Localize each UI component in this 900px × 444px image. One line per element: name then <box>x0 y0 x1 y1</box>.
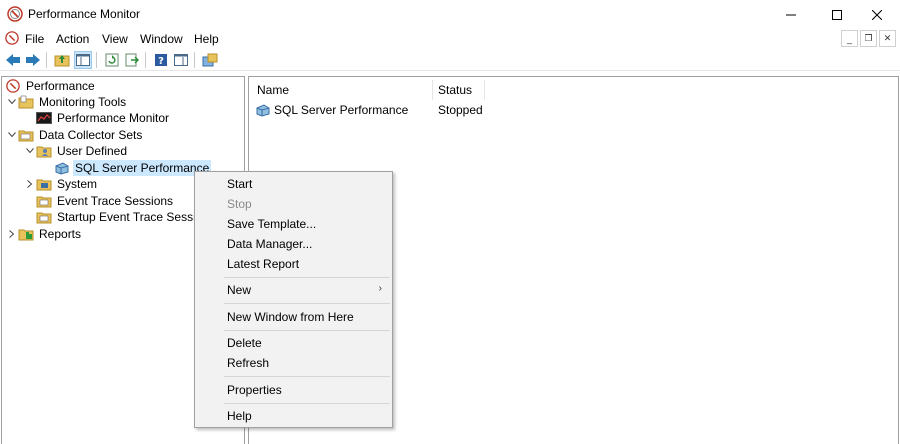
tree-node-performance-monitor[interactable]: Performance Monitor <box>24 110 171 126</box>
user-folder-icon <box>36 143 52 159</box>
menu-item-stop: Stop <box>227 197 252 211</box>
help-icon[interactable]: ? <box>152 51 170 69</box>
menu-item-data-manager[interactable]: Data Manager... <box>227 237 312 251</box>
tree-node-data-collector-sets[interactable]: Data Collector Sets <box>6 127 144 143</box>
tree-node-performance[interactable]: Performance <box>2 78 97 94</box>
folder-icon <box>36 209 52 225</box>
up-one-level-icon[interactable] <box>53 51 71 69</box>
mdi-minimize-button[interactable]: _ <box>841 30 858 47</box>
tree-node-sql-server-performance[interactable]: SQL Server Performance <box>42 160 212 176</box>
menu-item-delete[interactable]: Delete <box>227 336 262 350</box>
reports-folder-icon <box>18 226 34 242</box>
title-bar: Performance Monitor <box>0 0 900 29</box>
tree-label: Performance Monitor <box>57 111 170 125</box>
mdi-restore-button[interactable]: ❐ <box>860 30 877 47</box>
chevron-down-icon[interactable] <box>6 94 18 110</box>
tree-label: System <box>57 177 98 191</box>
back-button[interactable] <box>4 51 22 69</box>
folder-icon <box>18 127 34 143</box>
folder-icon <box>18 94 34 110</box>
data-collector-set-icon <box>54 160 70 176</box>
menu-item-properties[interactable]: Properties <box>227 383 282 397</box>
menu-help[interactable]: Help <box>194 32 219 46</box>
export-list-icon[interactable] <box>123 51 141 69</box>
menu-file[interactable]: File <box>25 32 44 46</box>
tree-label: Startup Event Trace Sessions <box>57 210 216 224</box>
submenu-arrow-icon: › <box>378 283 382 294</box>
menu-item-new-window-from-here[interactable]: New Window from Here <box>227 310 354 324</box>
performance-monitor-chart-icon <box>36 110 52 126</box>
refresh-icon[interactable] <box>103 51 121 69</box>
tree-node-reports[interactable]: Reports <box>6 226 83 242</box>
menu-item-start[interactable]: Start <box>227 177 252 191</box>
menu-action[interactable]: Action <box>56 32 89 46</box>
column-header-status[interactable]: Status <box>438 81 472 99</box>
window-title: Performance Monitor <box>28 7 141 21</box>
menu-item-latest-report[interactable]: Latest Report <box>227 257 299 271</box>
forward-button[interactable] <box>24 51 42 69</box>
menu-item-save-template[interactable]: Save Template... <box>227 217 316 231</box>
tree-label: Data Collector Sets <box>39 128 143 142</box>
tree-node-event-trace-sessions[interactable]: Event Trace Sessions <box>24 193 175 209</box>
minimize-button[interactable] <box>768 0 814 29</box>
tree-node-startup-event-trace-sessions[interactable]: Startup Event Trace Sessions <box>24 209 217 225</box>
menu-item-refresh[interactable]: Refresh <box>227 356 269 370</box>
menu-separator <box>224 277 390 278</box>
tree-node-monitoring-tools[interactable]: Monitoring Tools <box>6 94 128 110</box>
show-hide-console-tree-icon[interactable] <box>74 51 92 69</box>
tree-label: SQL Server Performance <box>73 160 212 176</box>
context-menu: Start Stop Save Template... Data Manager… <box>194 171 393 428</box>
folder-icon <box>36 193 52 209</box>
performance-monitor-app-icon <box>7 6 23 25</box>
tree-label: Event Trace Sessions <box>57 194 174 208</box>
chevron-down-icon[interactable] <box>6 127 18 143</box>
table-row[interactable]: SQL Server Performance <box>255 101 408 119</box>
chevron-down-icon[interactable] <box>24 143 36 159</box>
menu-separator <box>224 303 390 304</box>
tree-label: User Defined <box>57 144 128 158</box>
tree-label: Performance <box>26 79 95 93</box>
menu-item-help[interactable]: Help <box>227 409 252 423</box>
toolbar: ? <box>0 49 900 71</box>
column-header-name[interactable]: Name <box>257 81 289 99</box>
mmc-system-menu-icon[interactable] <box>5 31 19 48</box>
mdi-close-button[interactable]: ✕ <box>879 30 896 47</box>
menu-separator <box>224 330 390 331</box>
data-collector-set-icon <box>255 103 271 117</box>
svg-text:?: ? <box>158 56 164 67</box>
mdi-window-controls: _ ❐ ✕ <box>841 30 896 47</box>
chevron-right-icon[interactable] <box>6 226 18 242</box>
tree-node-system[interactable]: System <box>24 176 99 192</box>
menu-item-new[interactable]: New <box>227 283 251 297</box>
tree-label: Monitoring Tools <box>39 95 127 109</box>
menu-separator <box>224 403 390 404</box>
menu-bar: File Action View Window Help _ ❐ ✕ <box>0 29 900 49</box>
tree-node-user-defined[interactable]: User Defined <box>24 143 129 159</box>
system-folder-icon <box>36 176 52 192</box>
new-window-icon[interactable] <box>201 51 219 69</box>
menu-view[interactable]: View <box>102 32 128 46</box>
tree-label: Reports <box>39 227 82 241</box>
close-button[interactable] <box>854 0 900 29</box>
menu-separator <box>224 376 390 377</box>
show-hide-action-pane-icon[interactable] <box>172 51 190 69</box>
performance-icon <box>5 78 21 94</box>
row-name: SQL Server Performance <box>274 103 409 117</box>
row-status: Stopped <box>438 103 483 117</box>
menu-window[interactable]: Window <box>140 32 183 46</box>
chevron-right-icon[interactable] <box>24 176 36 192</box>
